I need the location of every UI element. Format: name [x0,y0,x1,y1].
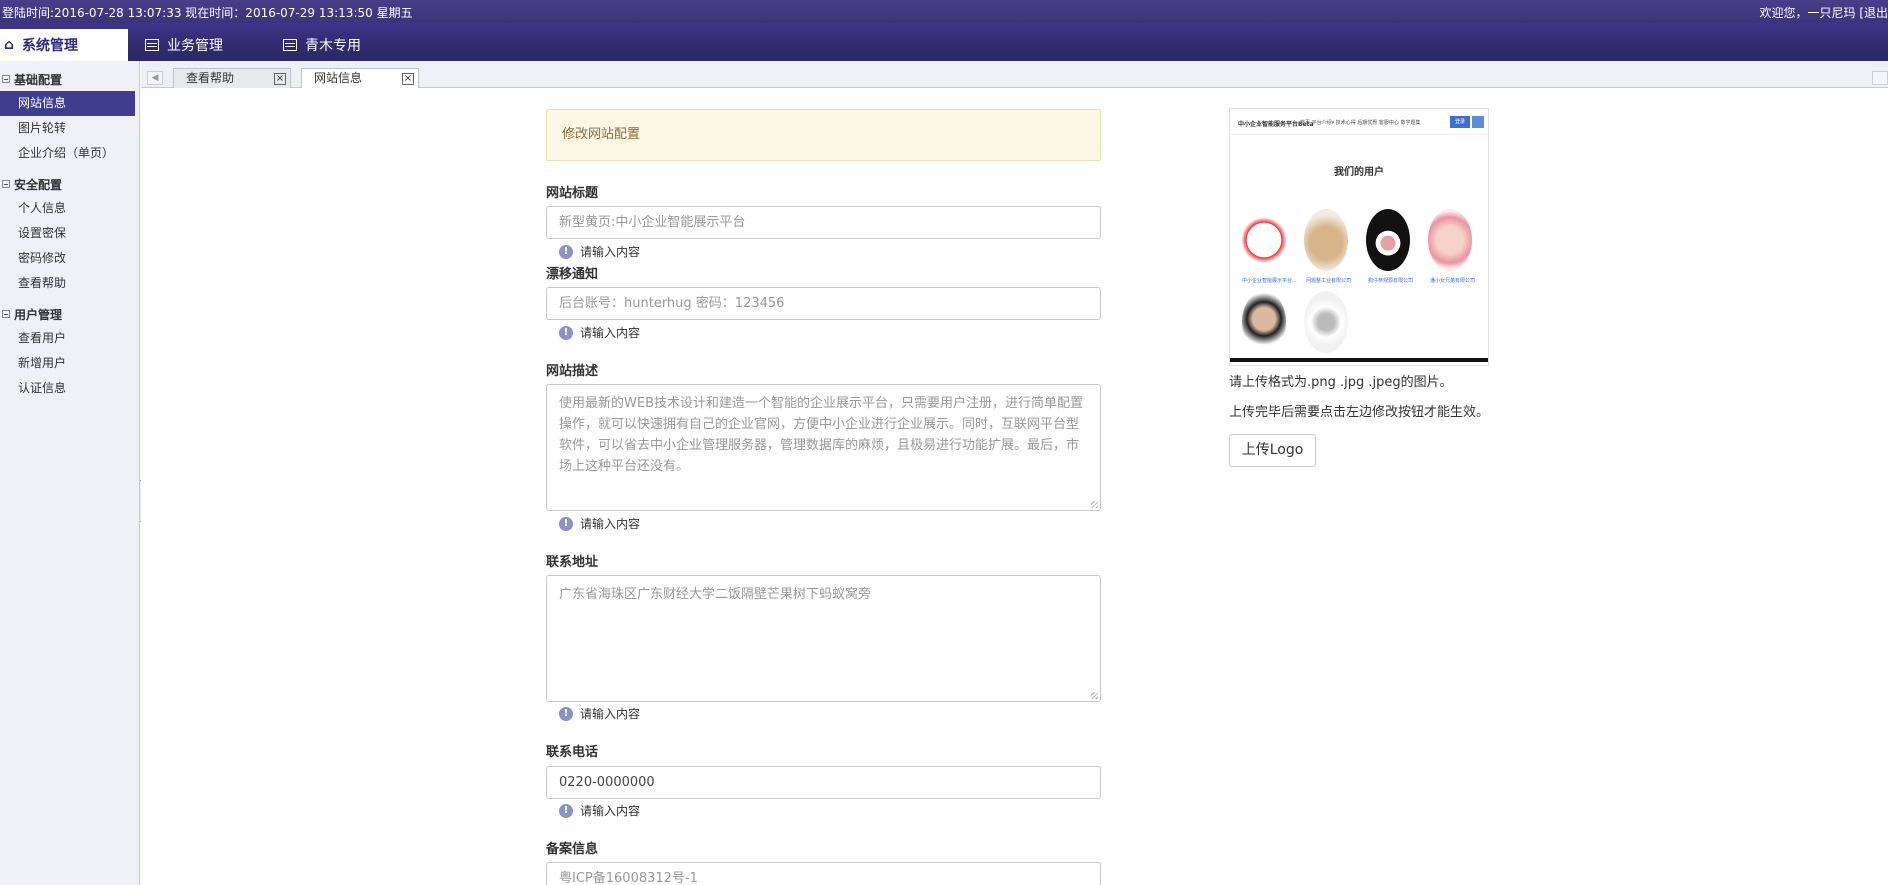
preview-caption: 问题整工业有限公司 [1306,278,1352,284]
sidebar-item-company-intro[interactable]: 企业介绍（单页） [0,141,139,166]
nav-tab-label: 系统管理 [22,38,79,54]
icp-label: 备案信息 [546,842,599,857]
sidebar-item-profile[interactable]: 个人信息 [0,196,139,221]
tab-scroll-left-icon[interactable]: ◀ [147,71,163,85]
nav-tab-system[interactable]: ⌂ 系统管理 [0,29,128,61]
site-title-input[interactable]: 新型黄页:中小企业智能展示平台 [546,206,1101,239]
phone-label: 联系电话 [546,745,599,760]
tab-help[interactable]: 查看帮助 × [173,68,291,89]
tab-scroll-right-icon[interactable] [1872,71,1888,85]
home-icon: ⌂ [4,37,15,53]
login-time-text: 登陆时间:2016-07-28 13:07:33 现在时间：2016-07-29… [2,6,413,20]
site-title-label: 网站标题 [546,186,599,201]
sidebar-group-users[interactable]: 用户管理 [0,302,139,326]
sidebar-item-security-question[interactable]: 设置密保 [0,221,139,246]
info-icon: ! [559,706,573,721]
sidebar-item-site-info[interactable]: 网站信息 [0,91,135,116]
upload-logo-button[interactable]: 上传Logo [1229,434,1316,467]
preview-edit-icon [1472,116,1484,128]
preview-header: 中小企业智能服务平台Beta 首页 平台介绍▾ 技术心得 后期优惠 客服中心 数… [1230,109,1488,135]
hint-text: 请输入内容 [580,707,641,721]
address-label: 联系地址 [546,555,599,570]
description-textarea[interactable]: 使用最新的WEB技术设计和建造一个智能的企业展示平台，只需要用户注册，进行简单配… [546,384,1101,511]
sidebar-item-add-user[interactable]: 新增用户 [0,351,139,376]
notice-banner: 修改网站配置 [546,109,1101,161]
preview-caption: 中小企业智能展示平台... [1242,278,1297,284]
sidebar-group-title: 用户管理 [14,307,63,322]
sidebar-item-view-users[interactable]: 查看用户 [0,326,139,351]
close-icon[interactable]: × [274,73,286,85]
sidebar-item-password[interactable]: 密码修改 [0,246,139,271]
tab-label: 网站信息 [314,71,363,85]
hint-text: 请输入内容 [580,245,641,259]
collapse-icon [2,180,10,188]
address-textarea[interactable]: 广东省海珠区广东财经大学二饭隔壁芒果树下蚂蚁窝旁 [546,575,1101,702]
sidebar-item-carousel[interactable]: 图片轮转 [0,116,139,141]
avatar [1242,209,1286,271]
close-icon[interactable]: × [402,73,414,85]
sidebar-item-certification[interactable]: 认证信息 [0,376,139,401]
sidebar-group-title: 安全配置 [14,177,63,192]
description-label: 网站描述 [546,364,599,379]
welcome-text[interactable]: 欢迎您，一只尼玛 [退出 [1760,4,1888,21]
address-hint: ! 请输入内容 [559,705,640,722]
nav-tab-business[interactable]: 业务管理 [145,29,223,61]
main-nav: ⌂ 系统管理 业务管理 青木专用 [0,23,1888,61]
site-title-hint: ! 请输入内容 [559,243,640,260]
phone-hint: ! 请输入内容 [559,802,640,819]
description-hint: ! 请输入内容 [559,515,640,532]
upload-note-text: 上传完毕后需要点击左边修改按钮才能生效。 [1229,405,1490,420]
info-icon: ! [559,325,573,340]
top-status-bar: 登陆时间:2016-07-28 13:07:33 现在时间：2016-07-29… [0,0,1888,23]
avatar [1304,209,1348,271]
preview-caption: 狗仔参观源有限公司 [1368,278,1414,284]
nav-tab-label: 青木专用 [305,38,361,54]
sidebar-group-title: 基础配置 [14,72,63,87]
info-icon: ! [559,244,573,259]
hint-text: 请输入内容 [580,517,641,531]
notice-hint: ! 请输入内容 [559,324,640,341]
avatar [1304,291,1348,353]
notice-label: 漂移通知 [546,267,599,282]
nav-tab-qingmu[interactable]: 青木专用 [283,29,361,61]
page-tab-strip: ◀ 查看帮助 × 网站信息 × [141,61,1888,90]
preview-nav-links: 首页 平台介绍▾ 技术心得 后期优惠 客服中心 数学题集 [1300,120,1421,126]
icp-input[interactable]: 粤ICP备16008312号-1 [546,862,1101,885]
hint-text: 请输入内容 [580,326,641,340]
hint-text: 请输入内容 [580,804,641,818]
sidebar-group-basic[interactable]: 基础配置 [0,67,139,91]
avatar [1428,209,1472,271]
collapse-icon [2,310,10,318]
avatar [1242,291,1286,353]
logo-preview-image: 中小企业智能服务平台Beta 首页 平台介绍▾ 技术心得 后期优惠 客服中心 数… [1229,108,1489,366]
tab-site-info[interactable]: 网站信息 × [301,68,419,90]
preview-title: 我们的用户 [1334,167,1384,178]
nav-tab-label: 业务管理 [167,38,223,54]
notice-input[interactable]: 后台账号：hunterhug 密码：123456 [546,287,1101,320]
phone-input[interactable]: 0220-0000000 [546,766,1101,799]
avatar [1366,209,1410,271]
upload-format-text: 请上传格式为.png .jpg .jpeg的图片。 [1229,375,1453,390]
tab-label: 查看帮助 [186,71,235,85]
list-icon [283,39,297,51]
info-icon: ! [559,516,573,531]
sidebar-group-security[interactable]: 安全配置 [0,172,139,196]
sidebar: 基础配置 网站信息 图片轮转 企业介绍（单页） 安全配置 个人信息 设置密保 密… [0,61,140,885]
info-icon: ! [559,803,573,818]
preview-login-button: 登录 [1450,116,1470,128]
preview-bottom-bar [1230,358,1488,362]
collapse-icon [2,75,10,83]
preview-caption: 潘小女兄弟有限公司 [1430,278,1476,284]
sidebar-item-help[interactable]: 查看帮助 [0,271,139,296]
list-icon [145,39,159,51]
main-content: 修改网站配置 网站标题 新型黄页:中小企业智能展示平台 ! 请输入内容 漂移通知… [141,88,1888,885]
